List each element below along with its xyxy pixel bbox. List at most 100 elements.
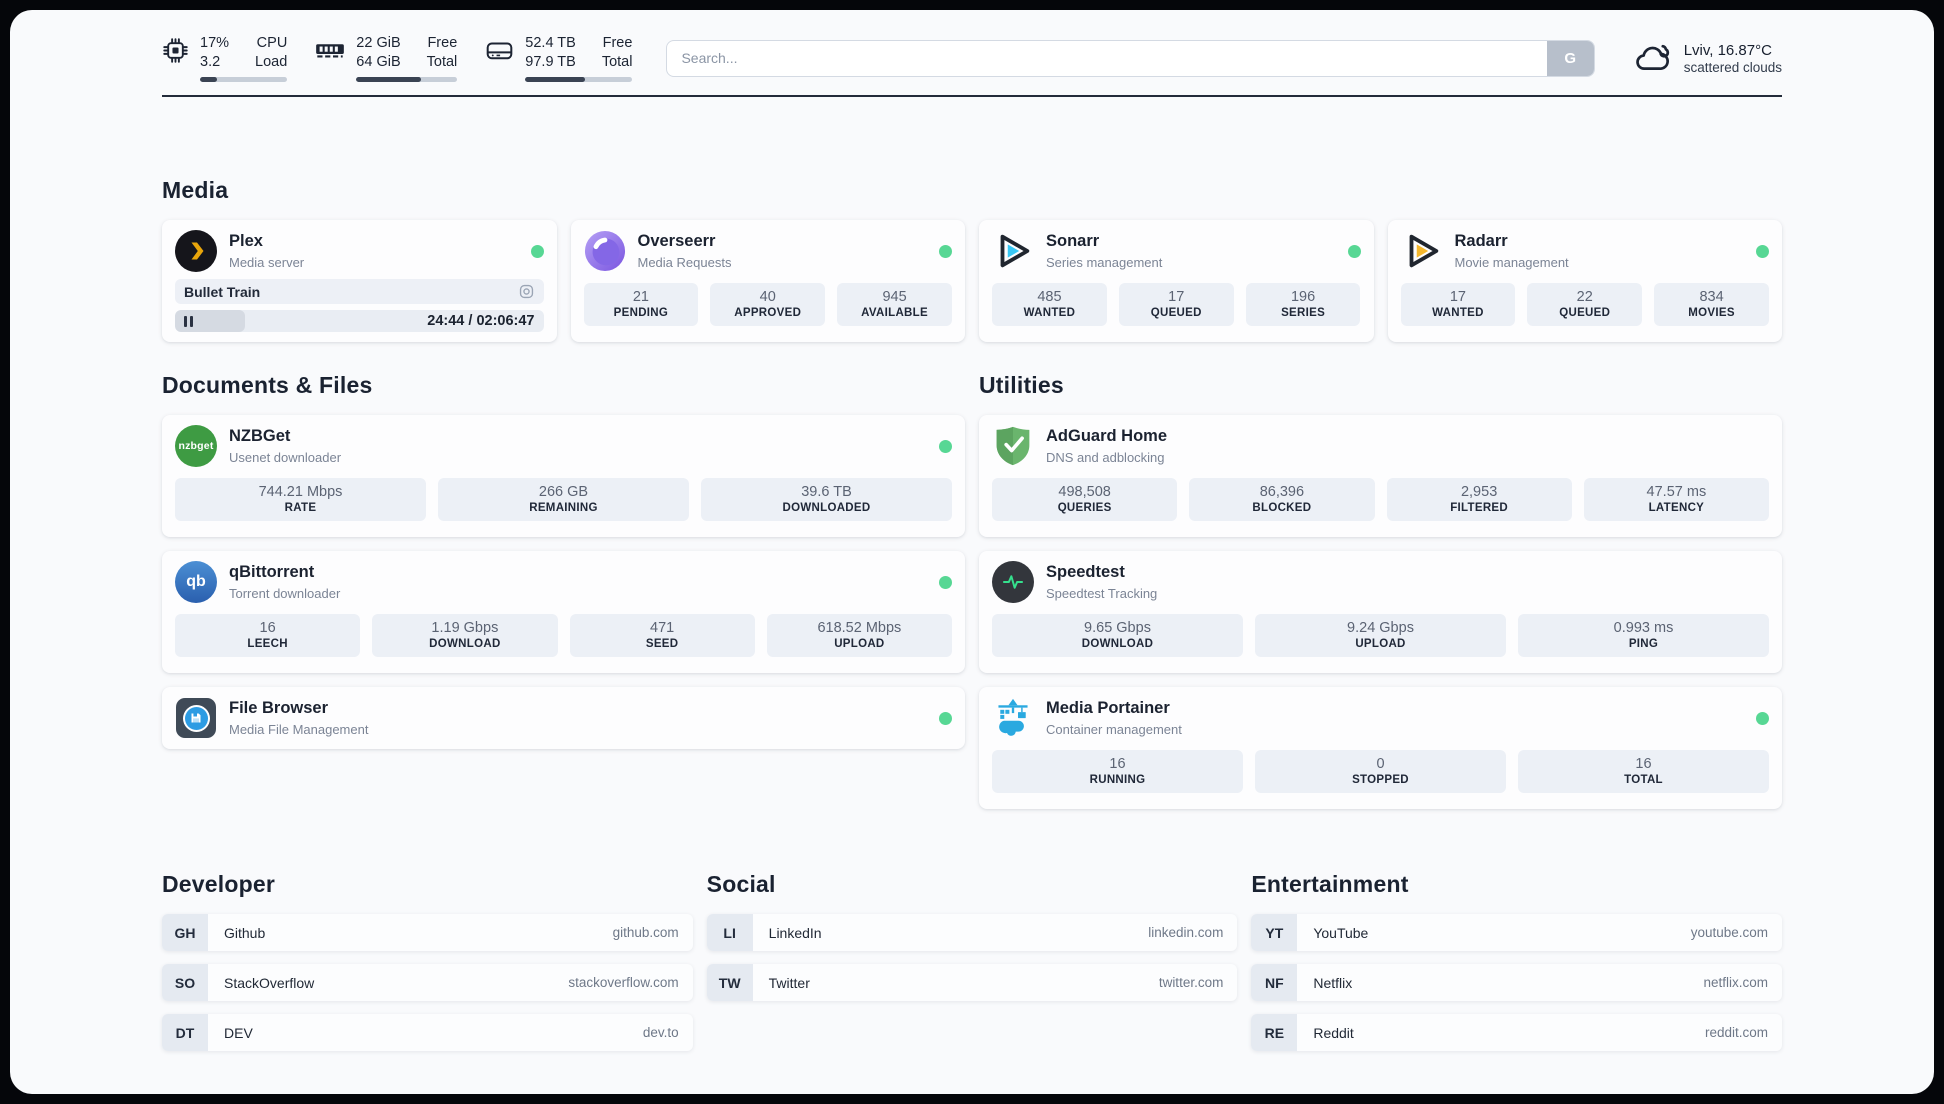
- weather-widget: Lviv, 16.87°C scattered clouds: [1633, 41, 1782, 75]
- bookmark-netflix[interactable]: NF Netflix netflix.com: [1251, 964, 1782, 1001]
- stat-box: 16 TOTAL: [1518, 750, 1769, 793]
- app-name: File Browser: [229, 699, 329, 718]
- stat-value: 22: [1576, 289, 1593, 305]
- cpu-icon: [163, 38, 188, 63]
- app-description: DNS and adblocking: [1046, 449, 1165, 465]
- screen-icon: [519, 284, 533, 299]
- bookmark-name: YouTube: [1313, 924, 1369, 941]
- app-card-nzbget[interactable]: nzbget NZBGet Usenet downloader 744.21 M…: [162, 415, 965, 537]
- stat-value: 17: [1449, 289, 1466, 305]
- portainer-icon: [992, 697, 1034, 739]
- disk-total-value: 97.9 TB: [525, 54, 576, 70]
- app-name: Speedtest: [1046, 563, 1125, 582]
- app-description: Torrent downloader: [229, 585, 341, 601]
- stat-label: APPROVED: [734, 307, 802, 319]
- stat-value: 47.57 ms: [1646, 484, 1707, 500]
- bookmark-name: LinkedIn: [768, 924, 822, 941]
- stat-box: 47.57 ms LATENCY: [1583, 478, 1769, 521]
- bookmark-twitter[interactable]: TW Twitter twitter.com: [706, 964, 1238, 1001]
- speedtest-icon: [992, 561, 1034, 603]
- stat-label: LATENCY: [1648, 502, 1705, 514]
- app-card-plex[interactable]: Plex Media server Bullet Train 24:44 / 0…: [162, 220, 557, 342]
- app-card-adguard[interactable]: AdGuard Home DNS and adblocking 498,508 …: [979, 415, 1782, 537]
- section-heading-documents: Documents & Files: [162, 372, 373, 398]
- documents-column: Documents & Files nzbget NZBGet Usenet d…: [162, 342, 965, 749]
- disk-free-value: 52.4 TB: [525, 35, 576, 51]
- disk-widget: 52.4 TB Free 97.9 TB Total: [485, 34, 633, 82]
- app-card-sonarr[interactable]: Sonarr Series management 485 WANTED 17 Q…: [979, 220, 1374, 342]
- stat-box: 196 SERIES: [1245, 283, 1361, 326]
- app-description: Movie management: [1454, 254, 1569, 270]
- stat-box: 266 GB REMAINING: [438, 478, 689, 521]
- stat-box: 9.24 Gbps UPLOAD: [1255, 614, 1506, 657]
- social-column: Social LI LinkedIn linkedin.com TW Twitt…: [706, 809, 1238, 1014]
- cpu-widget: 17% CPU 3.2 Load: [162, 34, 288, 82]
- ram-total-label: Total: [426, 54, 458, 70]
- section-heading-social: Social: [706, 871, 776, 897]
- stat-label: DOWNLOADED: [782, 502, 871, 514]
- stat-value: 0: [1376, 756, 1385, 772]
- pause-icon[interactable]: [184, 315, 193, 327]
- status-dot: [530, 244, 544, 258]
- app-card-speedtest[interactable]: Speedtest Speedtest Tracking 9.65 Gbps D…: [979, 551, 1782, 673]
- disk-progress-bar: [525, 77, 633, 82]
- search-input[interactable]: [666, 39, 1595, 77]
- stat-label: QUERIES: [1057, 502, 1112, 514]
- status-dot: [939, 244, 952, 258]
- ram-progress-bar: [356, 77, 458, 82]
- stat-box: 945 AVAILABLE: [837, 283, 952, 326]
- stat-box: 485 WANTED: [992, 283, 1107, 326]
- bookmark-reddit[interactable]: RE Reddit reddit.com: [1251, 1014, 1782, 1051]
- app-description: Media File Management: [229, 721, 369, 737]
- stat-label: SEED: [645, 638, 679, 650]
- playback-bar[interactable]: 24:44 / 02:06:47: [175, 310, 544, 332]
- stat-value: 196: [1290, 289, 1316, 305]
- bookmark-abbr: DT: [162, 1014, 208, 1051]
- stat-label: UPLOAD: [1355, 638, 1406, 650]
- stat-box: 498,508 QUERIES: [992, 478, 1178, 521]
- cpu-progress-bar: [200, 77, 288, 82]
- bookmark-abbr: YT: [1251, 914, 1298, 951]
- bookmark-url: netflix.com: [1703, 975, 1768, 990]
- stat-label: UPLOAD: [834, 638, 885, 650]
- search-engine-button[interactable]: G: [1546, 40, 1594, 76]
- weather-condition: scattered clouds: [1683, 59, 1782, 75]
- bookmark-dev[interactable]: DT DEV dev.to: [162, 1014, 693, 1051]
- cpu-load-value: 3.2: [200, 54, 221, 70]
- stat-box: 21 PENDING: [583, 283, 699, 326]
- bookmark-stackoverflow[interactable]: SO StackOverflow stackoverflow.com: [162, 964, 693, 1001]
- stat-box: 471 SEED: [569, 614, 755, 657]
- app-name: Plex: [229, 232, 263, 251]
- developer-column: Developer GH Github github.com SO StackO…: [162, 809, 693, 1064]
- stat-box: 0 STOPPED: [1255, 750, 1506, 793]
- stat-box: 17 WANTED: [1400, 283, 1516, 326]
- bookmark-youtube[interactable]: YT YouTube youtube.com: [1251, 914, 1782, 951]
- app-card-radarr[interactable]: Radarr Movie management 17 WANTED 22 QUE…: [1387, 220, 1782, 342]
- status-dot: [1756, 244, 1769, 258]
- stat-box: 1.19 Gbps DOWNLOAD: [372, 614, 558, 657]
- app-card-portainer[interactable]: Media Portainer Container management 16 …: [979, 687, 1782, 809]
- stat-label: QUEUED: [1150, 307, 1202, 319]
- stat-value: 2,953: [1460, 484, 1498, 500]
- stat-value: 16: [1109, 756, 1126, 772]
- bookmark-abbr: SO: [162, 964, 208, 1001]
- bookmark-url: github.com: [612, 925, 679, 940]
- app-card-qbittorrent[interactable]: qb qBittorrent Torrent downloader 16 LEE…: [162, 551, 965, 673]
- section-heading-media: Media: [162, 177, 229, 203]
- app-card-overseerr[interactable]: Overseerr Media Requests 21 PENDING 40 A…: [570, 220, 965, 342]
- playback-time: 24:44 / 02:06:47: [427, 313, 535, 329]
- overseerr-icon: [584, 230, 626, 272]
- bookmark-linkedin[interactable]: LI LinkedIn linkedin.com: [706, 914, 1238, 951]
- bookmark-github[interactable]: GH Github github.com: [162, 914, 693, 951]
- stat-value: 744.21 Mbps: [258, 484, 343, 500]
- app-card-filebrowser[interactable]: File Browser Media File Management: [162, 687, 965, 749]
- bookmark-columns: Developer GH Github github.com SO StackO…: [162, 809, 1782, 1094]
- app-description: Media Requests: [637, 254, 732, 270]
- section-heading-developer: Developer: [162, 871, 276, 897]
- sonarr-icon: [992, 230, 1034, 272]
- stat-box: 39.6 TB DOWNLOADED: [701, 478, 952, 521]
- clouds-icon: [1635, 44, 1669, 70]
- ram-total-value: 64 GiB: [356, 54, 401, 70]
- bookmark-abbr: LI: [706, 914, 753, 951]
- system-stats: 17% CPU 3.2 Load 22 GiB Free 64 GiB Tota…: [162, 34, 633, 82]
